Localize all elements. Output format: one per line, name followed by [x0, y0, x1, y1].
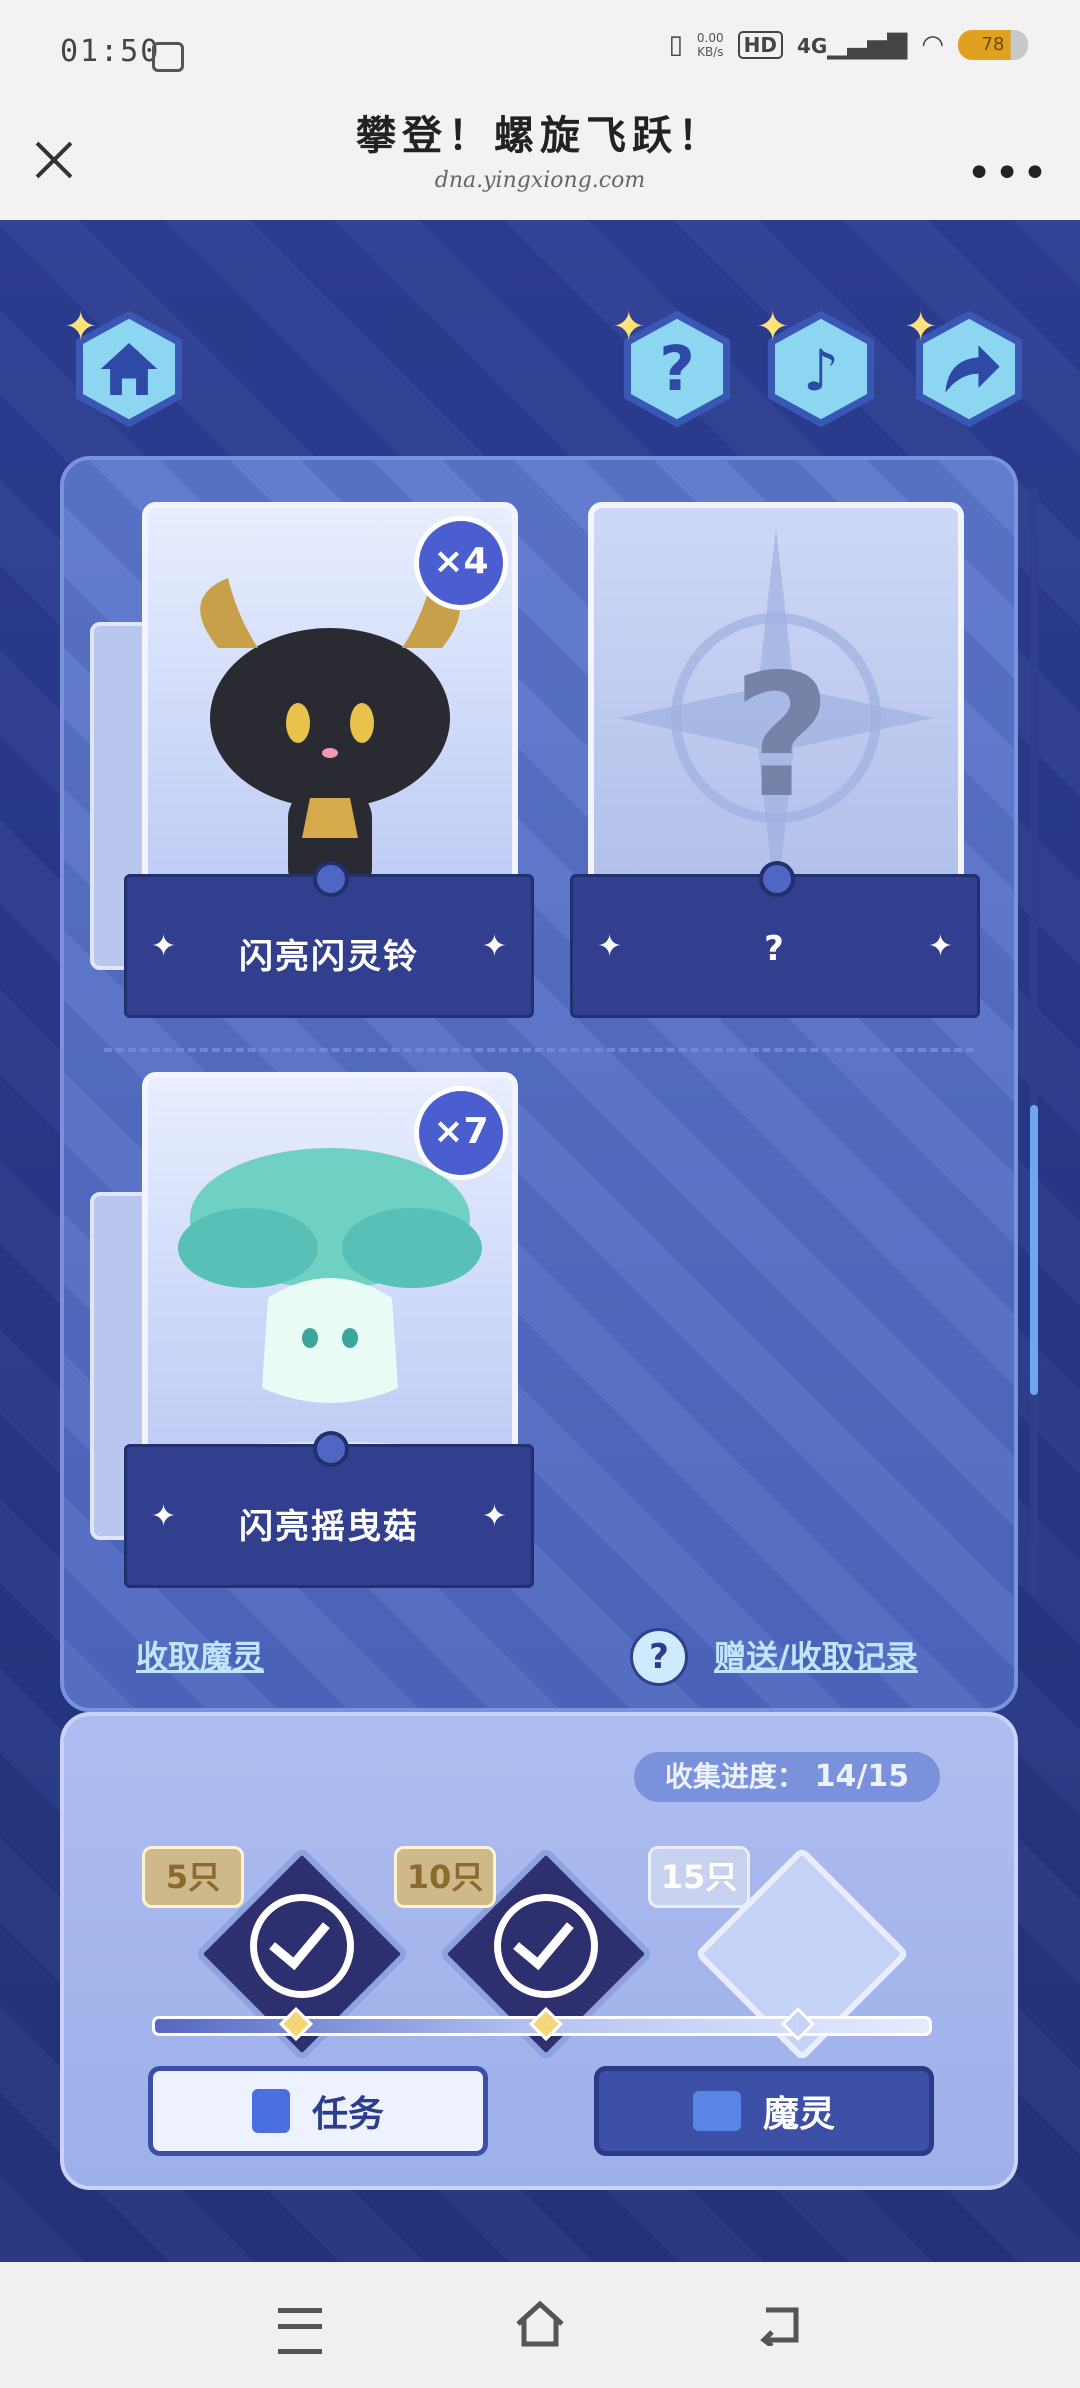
count-badge: ×4 — [414, 516, 508, 610]
card-name-plate: ✦ 闪亮摇曳菇 ✦ — [124, 1431, 534, 1588]
document-icon — [251, 2089, 290, 2133]
milestone-label: 5只 — [142, 1846, 244, 1908]
card-name-plate: ✦ 闪亮闪灵铃 ✦ — [124, 861, 534, 1018]
spirit-button[interactable]: 魔灵 — [594, 2066, 934, 2156]
sparkle-icon: ✦ — [904, 304, 938, 350]
count-badge: ×7 — [414, 1086, 508, 1180]
folder-icon — [692, 2091, 741, 2131]
share-button[interactable]: ✦ — [904, 304, 1028, 428]
sparkle-icon: ✦ — [481, 929, 507, 964]
scrollbar-thumb[interactable] — [1030, 1105, 1038, 1395]
browser-title-bar: 攀登！螺旋飞跃！ dna.yingxiong.com ••• — [0, 112, 1080, 220]
collection-progress: 收集进度： 14/15 — [634, 1752, 940, 1802]
vibrate-icon: ▯ — [668, 30, 683, 60]
records-help-icon[interactable]: ? — [630, 1628, 688, 1686]
signal-indicator: 4G▁▃▅▇ — [796, 30, 908, 60]
menu-icon[interactable] — [278, 2308, 322, 2354]
page-title: 攀登！螺旋飞跃！ — [356, 112, 724, 159]
screenshot-notification-icon — [152, 42, 184, 72]
sparkle-icon: ✦ — [756, 304, 790, 350]
spirit-card[interactable]: ×4 ✦ 闪亮闪灵铃 ✦ — [90, 502, 534, 1022]
milestone-label: 15只 — [648, 1846, 750, 1908]
hd-icon: HD — [737, 31, 783, 59]
clock: 01:50 — [60, 34, 161, 69]
plate-pin — [759, 861, 795, 897]
more-options-icon[interactable]: ••• — [966, 148, 1050, 199]
home-icon[interactable] — [514, 2298, 566, 2350]
status-bar: 01:50 ▯ 0.00 KB/s HD 4G▁▃▅▇ ◠ 78 — [0, 0, 1080, 112]
collect-spirit-link[interactable]: 收取魔灵 — [136, 1632, 264, 1678]
task-button[interactable]: 任务 — [148, 2066, 488, 2156]
spirit-card-locked[interactable]: ? ✦ ? ✦ — [570, 502, 980, 1022]
mystery-mark: ? — [732, 638, 832, 836]
card-name: ? — [764, 929, 786, 969]
wifi-icon: ◠ — [921, 30, 944, 60]
gift-records-link[interactable]: 赠送/收取记录 — [714, 1632, 918, 1678]
music-button[interactable]: ♪ ✦ — [756, 304, 880, 428]
home-button[interactable]: ✦ — [64, 304, 188, 428]
row-divider — [104, 1048, 974, 1052]
scrollbar-track[interactable] — [1030, 486, 1038, 1596]
plate-pin — [313, 861, 349, 897]
svg-text:♪: ♪ — [803, 338, 839, 404]
plate-pin — [313, 1431, 349, 1467]
sparkle-icon: ✦ — [481, 1499, 507, 1534]
card-name: 闪亮摇曳菇 — [239, 1507, 419, 1547]
sparkle-icon: ✦ — [927, 929, 953, 964]
battery-indicator: 78 — [958, 30, 1028, 60]
milestone-label: 10只 — [394, 1846, 496, 1908]
check-icon — [494, 1894, 598, 1998]
sparkle-icon: ✦ — [64, 304, 98, 350]
check-icon — [250, 1894, 354, 1998]
page-url: dna.yingxiong.com — [434, 168, 646, 193]
help-button[interactable]: ? ✦ — [612, 304, 736, 428]
sparkle-icon: ✦ — [612, 304, 646, 350]
system-nav-bar — [0, 2262, 1080, 2388]
spirit-card[interactable]: ×7 ✦ 闪亮摇曳菇 ✦ — [90, 1072, 534, 1592]
svg-text:?: ? — [659, 334, 695, 405]
card-name: 闪亮闪灵铃 — [239, 937, 419, 977]
card-name-plate: ✦ ? ✦ — [570, 861, 980, 1018]
back-icon[interactable] — [756, 2302, 806, 2346]
network-rate: 0.00 KB/s — [696, 31, 724, 59]
